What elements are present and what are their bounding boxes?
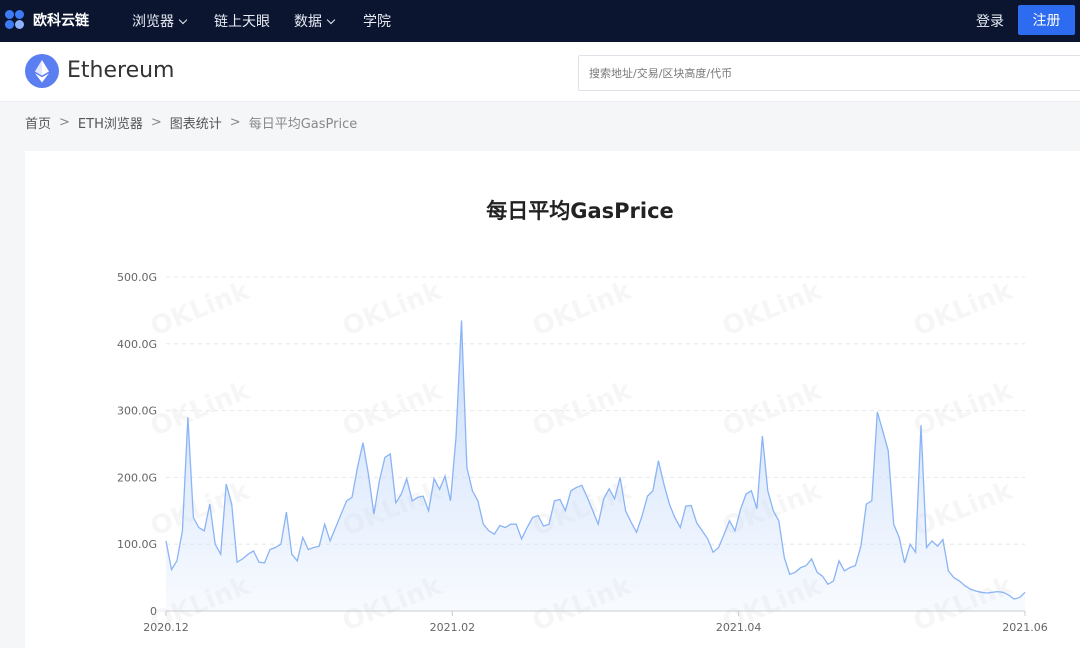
y-tick-label: 300.0G <box>117 405 157 418</box>
y-tick-label: 0 <box>150 605 157 618</box>
breadcrumb: 首页 > ETH浏览器 > 图表统计 > 每日平均GasPrice <box>25 113 357 132</box>
breadcrumb-separator: > <box>59 115 70 130</box>
page-header: Ethereum <box>0 42 1080 102</box>
gas-price-chart[interactable]: OKLink OKLink OKLink OKLink OKLink OKLink OKLi… <box>25 151 1080 648</box>
watermark: OKLink <box>909 276 1017 343</box>
login-link[interactable]: 登录 <box>976 11 1004 31</box>
y-tick-label: 200.0G <box>117 471 157 484</box>
watermark: OKLink <box>909 376 1017 443</box>
logo-text: 欧科云链 <box>33 13 89 29</box>
watermark: OKLink <box>146 276 254 343</box>
watermark: OKLink <box>718 276 826 343</box>
watermark: OKLink <box>528 376 636 443</box>
chart-card: 每日平均GasPrice OKLink OKLink OKLink OKLink OKL… <box>25 151 1080 648</box>
logo-icon <box>5 10 29 30</box>
nav-item-label: 学院 <box>363 14 391 30</box>
breadcrumb-current: 每日平均GasPrice <box>248 117 358 132</box>
breadcrumb-separator: > <box>150 115 162 130</box>
nav-item-academy[interactable]: 学院 <box>363 11 391 31</box>
register-button[interactable]: 注册 <box>1018 5 1075 35</box>
y-tick-label: 400.0G <box>117 338 157 351</box>
ethereum-icon <box>25 54 59 88</box>
page-title: Ethereum <box>67 58 175 83</box>
watermark: OKLink <box>338 376 446 443</box>
search-input[interactable] <box>578 55 1080 91</box>
nav-item-data[interactable]: 数据 <box>294 11 336 31</box>
watermark: OKLink <box>146 376 254 443</box>
nav-item-label: 浏览器 <box>132 14 174 30</box>
watermark: OKLink <box>528 276 636 343</box>
nav-item-browser[interactable]: 浏览器 <box>132 11 188 31</box>
breadcrumb-separator: > <box>229 115 241 130</box>
watermark: OKLink <box>718 376 826 443</box>
nav-item-label: 链上天眼 <box>214 14 270 30</box>
nav-item-label: 数据 <box>294 14 322 30</box>
breadcrumb-chart-stats[interactable]: 图表统计 <box>170 113 222 132</box>
y-tick-label: 500.0G <box>117 271 157 284</box>
series-area <box>166 320 1025 611</box>
watermark: OKLink <box>338 276 446 343</box>
x-tick-label: 2021.04 <box>716 621 762 634</box>
chevron-down-icon <box>326 15 336 24</box>
breadcrumb-eth-browser[interactable]: ETH浏览器 <box>78 113 143 132</box>
brand-logo[interactable]: 欧科云链 <box>5 9 89 31</box>
x-tick-label: 2021.06 <box>1002 621 1048 634</box>
chevron-down-icon <box>178 15 188 24</box>
breadcrumb-home[interactable]: 首页 <box>25 113 51 132</box>
x-tick-label: 2021.02 <box>430 621 476 634</box>
y-tick-label: 100.0G <box>117 538 157 551</box>
nav-item-onchain-eye[interactable]: 链上天眼 <box>214 11 270 31</box>
top-navigation: 欧科云链 浏览器 链上天眼 数据 学院 登录 注册 <box>0 0 1080 42</box>
x-tick-label: 2020.12 <box>143 621 189 634</box>
